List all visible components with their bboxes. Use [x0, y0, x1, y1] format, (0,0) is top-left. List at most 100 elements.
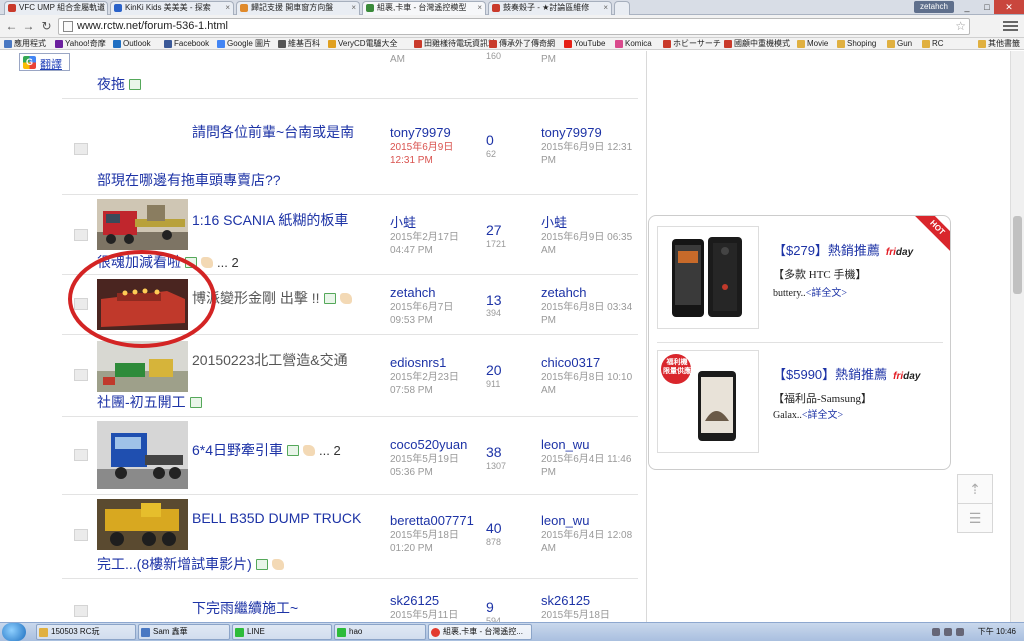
bookmark-item[interactable]: Facebook	[164, 38, 209, 49]
bookmark-folder[interactable]: RC	[922, 38, 944, 49]
last-poster[interactable]: leon_wu	[541, 513, 589, 528]
thread-status-icon	[74, 143, 88, 155]
forward-icon[interactable]: →	[20, 18, 37, 35]
bookmark-item[interactable]: 傳承外了傳奇網	[489, 38, 555, 49]
thread-title[interactable]: 請問各位前輩~台南或是南	[192, 123, 354, 142]
page-links[interactable]: ... 2	[217, 255, 239, 270]
thread-title[interactable]: BELL B35D DUMP TRUCK	[192, 509, 361, 528]
bookmark-folder[interactable]: Movie	[797, 38, 828, 49]
taskbar-item[interactable]: LINE	[232, 624, 332, 640]
thread-title[interactable]: 20150223北工營造&交通	[192, 351, 348, 370]
system-clock[interactable]: 下午 10:46	[978, 624, 1016, 640]
thread-author[interactable]: coco520yuan	[390, 437, 467, 452]
browser-tab[interactable]: 歸記支援 開車窗方向盤 ×	[236, 1, 360, 15]
thread-title-continued[interactable]: 社團-初五開工	[97, 393, 202, 412]
address-bar[interactable]: www.rctw.net/forum-536-1.html ☆	[58, 18, 970, 35]
ad-item[interactable]: 福利機 限量供應 【$5990】熱銷推薦 friday 【福利品-Samsung】…	[657, 350, 947, 460]
menu-icon[interactable]	[1003, 19, 1018, 33]
reply-count: 0	[486, 132, 494, 148]
tray-icon[interactable]	[932, 628, 940, 636]
list-view-button[interactable]: ☰	[957, 503, 993, 533]
ad-product-name[interactable]: 【多款 HTC 手機】	[773, 266, 867, 282]
bookmark-item[interactable]: Yahoo!奇摩	[55, 38, 106, 49]
thread-author[interactable]: ediosnrs1	[390, 355, 446, 370]
thread-author[interactable]: tony79979	[390, 125, 451, 140]
last-poster[interactable]: zetahch	[541, 285, 587, 300]
taskbar-item[interactable]: Sam 鑫華	[138, 624, 230, 640]
thread-title[interactable]: 夜拖	[97, 75, 141, 94]
ad-product-name[interactable]: 【福利品-Samsung】	[773, 390, 872, 406]
last-poster[interactable]: chico0317	[541, 355, 600, 370]
close-window-icon[interactable]: ✕	[994, 0, 1024, 14]
table-row: AM 160 PM 夜拖	[62, 51, 638, 99]
back-icon[interactable]: ←	[3, 18, 20, 35]
bookmark-item[interactable]: 應用程式	[4, 38, 46, 49]
browser-tab[interactable]: 鼓奏殼子 - ★討論區維修 ×	[488, 1, 612, 15]
bookmark-item[interactable]: 國顧中重機模式	[724, 38, 790, 49]
thread-author[interactable]: 小蛙	[390, 215, 416, 230]
bookmark-item[interactable]: YouTube	[564, 38, 605, 49]
thread-thumbnail[interactable]	[97, 421, 188, 489]
reply-count: 38	[486, 444, 502, 460]
reload-icon[interactable]: ↻	[38, 18, 55, 35]
thread-title-continued[interactable]: 完工...(8樓新增試車影片)	[97, 555, 284, 574]
bookmark-folder[interactable]: 其他書籤	[978, 38, 1020, 49]
taskbar-item[interactable]: hao	[334, 624, 426, 640]
welfare-badge: 福利機 限量供應	[663, 359, 691, 375]
bookmark-item[interactable]: 維基百科	[278, 38, 320, 49]
ad-price[interactable]: 【$279】熱銷推薦 friday	[773, 240, 913, 259]
browser-tab-active[interactable]: 組裹,卡車 - 台灣遙控模型 ×	[362, 1, 486, 15]
new-tab-button[interactable]	[614, 1, 630, 15]
scroll-to-top-button[interactable]: ⇡	[957, 474, 993, 504]
taskbar-item[interactable]: 150503 RC玩	[36, 624, 136, 640]
thread-title[interactable]: 6*4日野牽引車... 2	[192, 441, 341, 460]
tab-title: 歸記支援 開車窗方向盤	[251, 3, 334, 12]
page-scrollbar[interactable]	[1010, 51, 1024, 622]
profile-chip[interactable]: zetahch	[913, 1, 954, 13]
author-date: AM	[390, 54, 405, 65]
thread-thumbnail[interactable]	[97, 499, 188, 550]
bookmark-folder[interactable]: Shoping	[837, 38, 876, 49]
last-poster[interactable]: tony79979	[541, 125, 602, 140]
bookmark-item[interactable]: Outlook	[113, 38, 151, 49]
page-links[interactable]: ... 2	[319, 443, 341, 458]
thread-title-continued[interactable]: 部現在哪邊有拖車頭專賣店??	[97, 171, 281, 190]
browser-tab[interactable]: KinKi Kids 美美美 - 探索 ×	[110, 1, 234, 15]
ad-product-image[interactable]	[657, 226, 759, 329]
bookmark-item[interactable]: VeryCD電驢大全	[328, 38, 398, 49]
close-tab-icon[interactable]: ×	[477, 2, 482, 14]
close-tab-icon[interactable]: ×	[99, 2, 104, 14]
last-poster[interactable]: sk26125	[541, 593, 590, 608]
taskbar-item-active[interactable]: 組裹,卡車 - 台灣遙控...	[428, 624, 532, 640]
thread-author[interactable]: beretta007771	[390, 513, 474, 528]
read-more-link[interactable]: <詳全文>	[806, 288, 847, 299]
thread-title[interactable]: 1:16 SCANIA 紙糊的板車	[192, 211, 348, 230]
minimize-icon[interactable]: _	[956, 0, 978, 14]
close-tab-icon[interactable]: ×	[603, 2, 608, 14]
bookmark-favicon-icon	[414, 40, 422, 48]
ad-item[interactable]: 【$279】熱銷推薦 friday 【多款 HTC 手機】 buttery..<詳…	[657, 226, 947, 336]
ad-price[interactable]: 【$5990】熱銷推薦 friday	[773, 364, 920, 383]
tab-title: KinKi Kids 美美美 - 探索	[125, 3, 211, 12]
thread-title[interactable]: 下完雨繼續施工~	[192, 599, 298, 618]
network-icon[interactable]	[944, 628, 952, 636]
start-button[interactable]	[2, 623, 26, 641]
thread-thumbnail[interactable]	[97, 199, 188, 250]
thread-author[interactable]: zetahch	[390, 285, 436, 300]
read-more-link[interactable]: <詳全文>	[802, 410, 843, 421]
bookmark-item[interactable]: ホビーサーチ	[663, 38, 721, 49]
bookmark-item[interactable]: 田雞樣待電玩資訊站	[414, 38, 496, 49]
bookmark-item[interactable]: Komica	[615, 38, 652, 49]
close-tab-icon[interactable]: ×	[351, 2, 356, 14]
browser-tab[interactable]: VFC UMP 組合金屬軌道 ×	[4, 1, 108, 15]
close-tab-icon[interactable]: ×	[225, 2, 230, 14]
bookmark-item[interactable]: Google 圖片	[217, 38, 271, 49]
bookmark-star-icon[interactable]: ☆	[955, 19, 966, 34]
thread-author[interactable]: sk26125	[390, 593, 439, 608]
scrollbar-thumb[interactable]	[1013, 216, 1022, 294]
volume-icon[interactable]	[956, 628, 964, 636]
bookmark-folder[interactable]: Gun	[887, 38, 912, 49]
last-poster[interactable]: leon_wu	[541, 437, 589, 452]
ad-product-image[interactable]: 福利機 限量供應	[657, 350, 759, 453]
last-poster[interactable]: 小蛙	[541, 215, 567, 230]
